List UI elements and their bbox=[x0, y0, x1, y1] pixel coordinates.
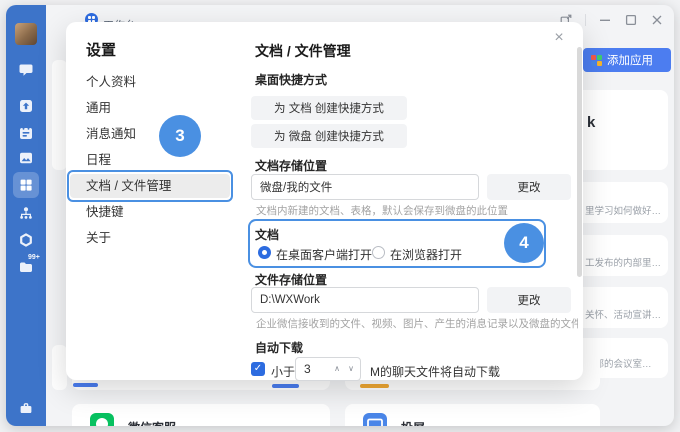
docs-icon[interactable] bbox=[18, 98, 34, 114]
apps-grid-icon bbox=[591, 55, 602, 66]
radio-open-in-browser[interactable] bbox=[372, 246, 385, 259]
nav-item-shortcuts[interactable]: 快捷键 bbox=[70, 200, 230, 224]
step-badge-3: 3 bbox=[159, 115, 201, 157]
app-window: 99+ 工作台 添加应用 k 里学习如 bbox=[6, 5, 674, 426]
bg-card-edge bbox=[52, 60, 67, 170]
unread-badge: 99+ bbox=[28, 254, 40, 261]
radio-label-browser[interactable]: 在浏览器打开 bbox=[390, 246, 462, 263]
bg-color-bar bbox=[272, 384, 299, 388]
nav-item-general[interactable]: 通用 bbox=[70, 96, 230, 120]
doc-storage-path-input[interactable] bbox=[251, 174, 479, 200]
auto-download-checkbox[interactable]: ✓ bbox=[251, 362, 265, 376]
card-text-fragment: 里学习如何做好… bbox=[585, 203, 661, 217]
controls-divider bbox=[585, 14, 586, 26]
settings-dialog: × 设置 个人资料 通用 消息通知 日程 文档 / 文件管理 快捷键 关于 文档… bbox=[66, 22, 583, 380]
section-file-storage: 文件存储位置 bbox=[255, 271, 327, 288]
bg-color-bar bbox=[360, 384, 389, 388]
card-text-fragment: 工发布的内部里… bbox=[585, 255, 661, 269]
stepper-down-icon[interactable]: ∨ bbox=[344, 358, 358, 380]
close-window-icon[interactable] bbox=[650, 13, 664, 27]
add-app-label: 添加应用 bbox=[607, 52, 653, 68]
size-threshold-input[interactable] bbox=[296, 358, 330, 380]
app-card-screencast[interactable]: 投屏 bbox=[345, 404, 600, 426]
app-card-wechat-service[interactable]: 微信客服 bbox=[72, 404, 330, 426]
calendar-icon[interactable] bbox=[18, 125, 34, 141]
section-doc-open: 文档 bbox=[255, 226, 279, 243]
app-card-label: 微信客服 bbox=[128, 419, 176, 426]
card-text-fragment: 关怀、活动宣讲… bbox=[585, 307, 661, 321]
close-dialog-icon[interactable]: × bbox=[549, 28, 569, 48]
change-doc-storage-button[interactable]: 更改 bbox=[487, 174, 571, 200]
step-badge-4: 4 bbox=[504, 223, 544, 263]
minimize-icon[interactable] bbox=[598, 13, 612, 27]
nav-item-profile[interactable]: 个人资料 bbox=[70, 70, 230, 94]
stepper-up-icon[interactable]: ∧ bbox=[330, 358, 344, 380]
chat-icon[interactable] bbox=[18, 62, 34, 78]
card-text-fragment: k bbox=[587, 114, 595, 131]
gallery-icon[interactable] bbox=[18, 150, 34, 166]
bg-card-edge bbox=[52, 345, 67, 390]
add-app-button[interactable]: 添加应用 bbox=[583, 48, 671, 72]
doc-storage-hint: 文档内新建的文档、表格，默认会保存到微盘的此位置 bbox=[256, 203, 578, 218]
size-threshold-stepper: ∧ ∨ bbox=[295, 357, 361, 381]
app-card-label: 投屏 bbox=[401, 419, 425, 426]
nav-item-schedule[interactable]: 日程 bbox=[70, 148, 230, 172]
org-contacts-icon[interactable] bbox=[18, 205, 34, 221]
nav-item-notifications[interactable]: 消息通知 bbox=[70, 122, 230, 146]
create-doc-shortcut-button[interactable]: 为 文档 创建快捷方式 bbox=[251, 96, 407, 120]
dialog-scrollbar[interactable] bbox=[577, 47, 582, 277]
auto-download-suffix: M的聊天文件将自动下载 bbox=[370, 363, 500, 380]
avatar[interactable] bbox=[15, 23, 37, 45]
section-auto-download: 自动下载 bbox=[255, 339, 303, 356]
panel-title: 文档 / 文件管理 bbox=[255, 41, 351, 61]
section-desktop-shortcut: 桌面快捷方式 bbox=[255, 71, 327, 88]
create-drive-shortcut-button[interactable]: 为 微盘 创建快捷方式 bbox=[251, 124, 407, 148]
mail-folder-icon[interactable] bbox=[18, 259, 34, 275]
radio-label-desktop[interactable]: 在桌面客户端打开 bbox=[276, 246, 372, 263]
bg-color-bar bbox=[73, 383, 98, 387]
gear-icon[interactable] bbox=[18, 232, 34, 248]
file-storage-path-input[interactable] bbox=[251, 287, 479, 313]
maximize-icon[interactable] bbox=[624, 13, 638, 27]
sidebar: 99+ bbox=[6, 5, 46, 426]
workbench-grid-icon[interactable] bbox=[18, 177, 34, 193]
nav-item-about[interactable]: 关于 bbox=[70, 226, 230, 250]
screencast-icon bbox=[363, 413, 387, 426]
radio-open-in-desktop[interactable] bbox=[258, 246, 271, 259]
section-doc-storage: 文档存储位置 bbox=[255, 157, 327, 174]
wechat-service-icon bbox=[90, 413, 114, 426]
change-file-storage-button[interactable]: 更改 bbox=[487, 287, 571, 313]
dialog-title: 设置 bbox=[86, 39, 116, 60]
auto-download-prefix: 小于 bbox=[271, 363, 295, 380]
file-storage-hint: 企业微信接收到的文件、视频、图片、产生的消息记录以及微盘的文件均会存放于此 bbox=[256, 316, 578, 331]
briefcase-icon[interactable] bbox=[18, 400, 34, 416]
annotation-border-nav bbox=[67, 170, 233, 202]
